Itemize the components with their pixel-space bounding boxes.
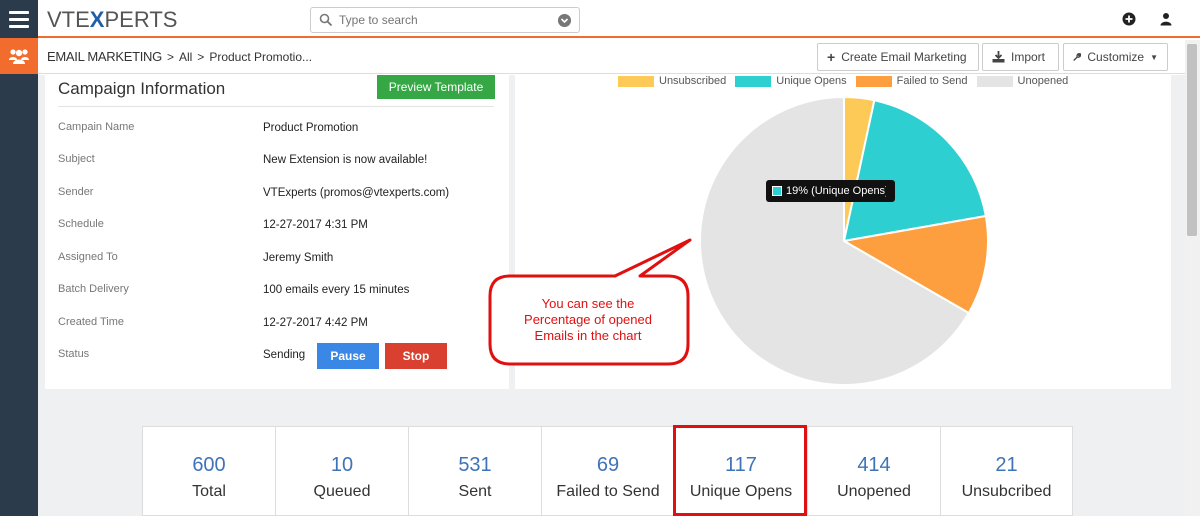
logo-left: VTE [47, 7, 90, 32]
stat-unopened[interactable]: 414 Unopened [807, 426, 940, 516]
field-value: Product Promotion [263, 122, 359, 134]
customize-label: Customize [1087, 50, 1145, 64]
legend-item-failed-to-send[interactable]: Failed to Send [855, 75, 968, 87]
callout-line: You can see the [541, 296, 635, 311]
stat-value: 10 [330, 454, 354, 476]
import-label: Import [1011, 50, 1046, 64]
legend-label: Unopened [1017, 75, 1069, 87]
breadcrumb-separator: > [197, 50, 205, 64]
field-value: VTExperts (promos@vtexperts.com) [263, 187, 450, 199]
breadcrumb-bar: Email Marketing > All > Product Promotio... … [38, 40, 1185, 74]
field-label: Schedule [58, 218, 104, 230]
pause-button[interactable]: Pause [317, 343, 379, 369]
callout-text: You can see the Percentage of opened Ema… [498, 296, 678, 344]
wrench-icon [1073, 53, 1082, 61]
add-icon[interactable] [1122, 12, 1136, 26]
field-value: Jeremy Smith [263, 252, 334, 264]
customize-button[interactable]: Customize ▼ [1063, 43, 1168, 71]
import-button[interactable]: Import [982, 43, 1059, 71]
campaign-info-card: Campaign Information Preview Template Ca… [45, 75, 509, 389]
chevron-down-icon[interactable] [558, 14, 571, 27]
stat-label: Unopened [837, 483, 911, 500]
scrollbar-thumb[interactable] [1187, 44, 1197, 236]
legend-label: Unique Opens [776, 75, 847, 87]
top-bar: VTEXPERTS [0, 0, 1200, 38]
user-icon[interactable] [1159, 12, 1173, 26]
legend-label: Unsubscribed [659, 75, 727, 87]
create-email-marketing-button[interactable]: + Create Email Marketing [817, 43, 979, 71]
field-label: Campain Name [58, 121, 135, 133]
callout-line: Percentage of opened [524, 312, 652, 327]
legend-swatch [976, 75, 1013, 87]
legend-item-unsubscribed[interactable]: Unsubscribed [618, 75, 726, 87]
search-input[interactable] [339, 13, 549, 27]
field-label: Assigned To [58, 251, 118, 263]
divider [58, 106, 494, 107]
stat-value: 69 [596, 454, 620, 476]
tooltip-swatch [772, 186, 782, 196]
breadcrumb-all[interactable]: All [179, 50, 192, 64]
create-label: Create Email Marketing [841, 50, 967, 64]
marketing-module-icon[interactable] [0, 38, 38, 74]
preview-template-button[interactable]: Preview Template [377, 75, 495, 99]
stat-value: 531 [458, 454, 492, 476]
tooltip-text: 19% (Unique Opens) [786, 185, 889, 197]
stat-label: Queued [313, 483, 371, 500]
legend-item-unique-opens[interactable]: Unique Opens [735, 75, 847, 87]
breadcrumb-module[interactable]: Email Marketing [47, 49, 162, 64]
breadcrumb: Email Marketing > All > Product Promotio... [47, 49, 312, 64]
menu-icon[interactable] [0, 0, 38, 38]
legend-label: Failed to Send [896, 75, 968, 87]
logo[interactable]: VTEXPERTS [47, 7, 177, 33]
stats-row: 600 Total 10 Queued 531 Sent 69 Failed to Se… [142, 426, 1074, 516]
status-value: Sending [263, 349, 306, 361]
stat-unsubscribed[interactable]: 21 Unsubcribed [940, 426, 1073, 516]
callout-line: Emails in the chart [534, 328, 642, 343]
logo-right: PERTS [104, 7, 178, 32]
stat-value: 117 [725, 454, 757, 476]
users-icon [9, 49, 29, 64]
field-label: Subject [58, 153, 95, 165]
legend-swatch [855, 75, 892, 87]
field-label: Created Time [58, 316, 125, 328]
search-icon [319, 13, 333, 27]
breadcrumb-record: Product Promotio... [209, 50, 313, 64]
field-value: 100 emails every 15 minutes [263, 284, 410, 296]
chart-tooltip: 19% (Unique Opens) [766, 180, 895, 202]
field-value: 12-27-2017 4:31 PM [263, 219, 368, 231]
field-label: Status [58, 348, 90, 360]
stat-failed[interactable]: 69 Failed to Send [541, 426, 674, 516]
stat-queued[interactable]: 10 Queued [275, 426, 408, 516]
stop-button[interactable]: Stop [385, 343, 447, 369]
stat-label: Sent [458, 483, 492, 500]
stat-label: Total [192, 483, 226, 500]
legend-item-unopened[interactable]: Unopened [976, 75, 1069, 87]
stat-total[interactable]: 600 Total [142, 426, 275, 516]
stat-value: 600 [192, 454, 226, 476]
stat-unique-opens[interactable]: 117 Unique Opens [674, 426, 807, 516]
tooltip-arrow [886, 185, 893, 197]
field-label: Batch Delivery [58, 283, 129, 295]
search-box [310, 7, 580, 33]
download-icon [992, 51, 1005, 63]
stat-label: Unique Opens [689, 483, 793, 500]
stat-sent[interactable]: 531 Sent [408, 426, 541, 516]
breadcrumb-separator: > [166, 50, 174, 64]
field-label: Sender [58, 186, 94, 198]
stat-value: 21 [995, 454, 1018, 476]
stat-value: 414 [857, 454, 891, 476]
field-value: 12-27-2017 4:42 PM [263, 317, 368, 329]
left-rail [0, 38, 38, 516]
card-title: Campaign Information [58, 79, 226, 98]
plus-icon: + [827, 49, 836, 65]
stat-label: Failed to Send [556, 483, 660, 500]
stat-label: Unsubcribed [961, 483, 1052, 500]
legend-swatch [735, 75, 772, 87]
field-value: New Extension is now available! [263, 154, 428, 166]
legend-swatch [618, 75, 654, 87]
logo-x: X [89, 7, 105, 32]
chart-legend: Unsubscribed Unique Opens Failed to Send… [618, 75, 1077, 87]
caret-down-icon: ▼ [1150, 52, 1158, 62]
